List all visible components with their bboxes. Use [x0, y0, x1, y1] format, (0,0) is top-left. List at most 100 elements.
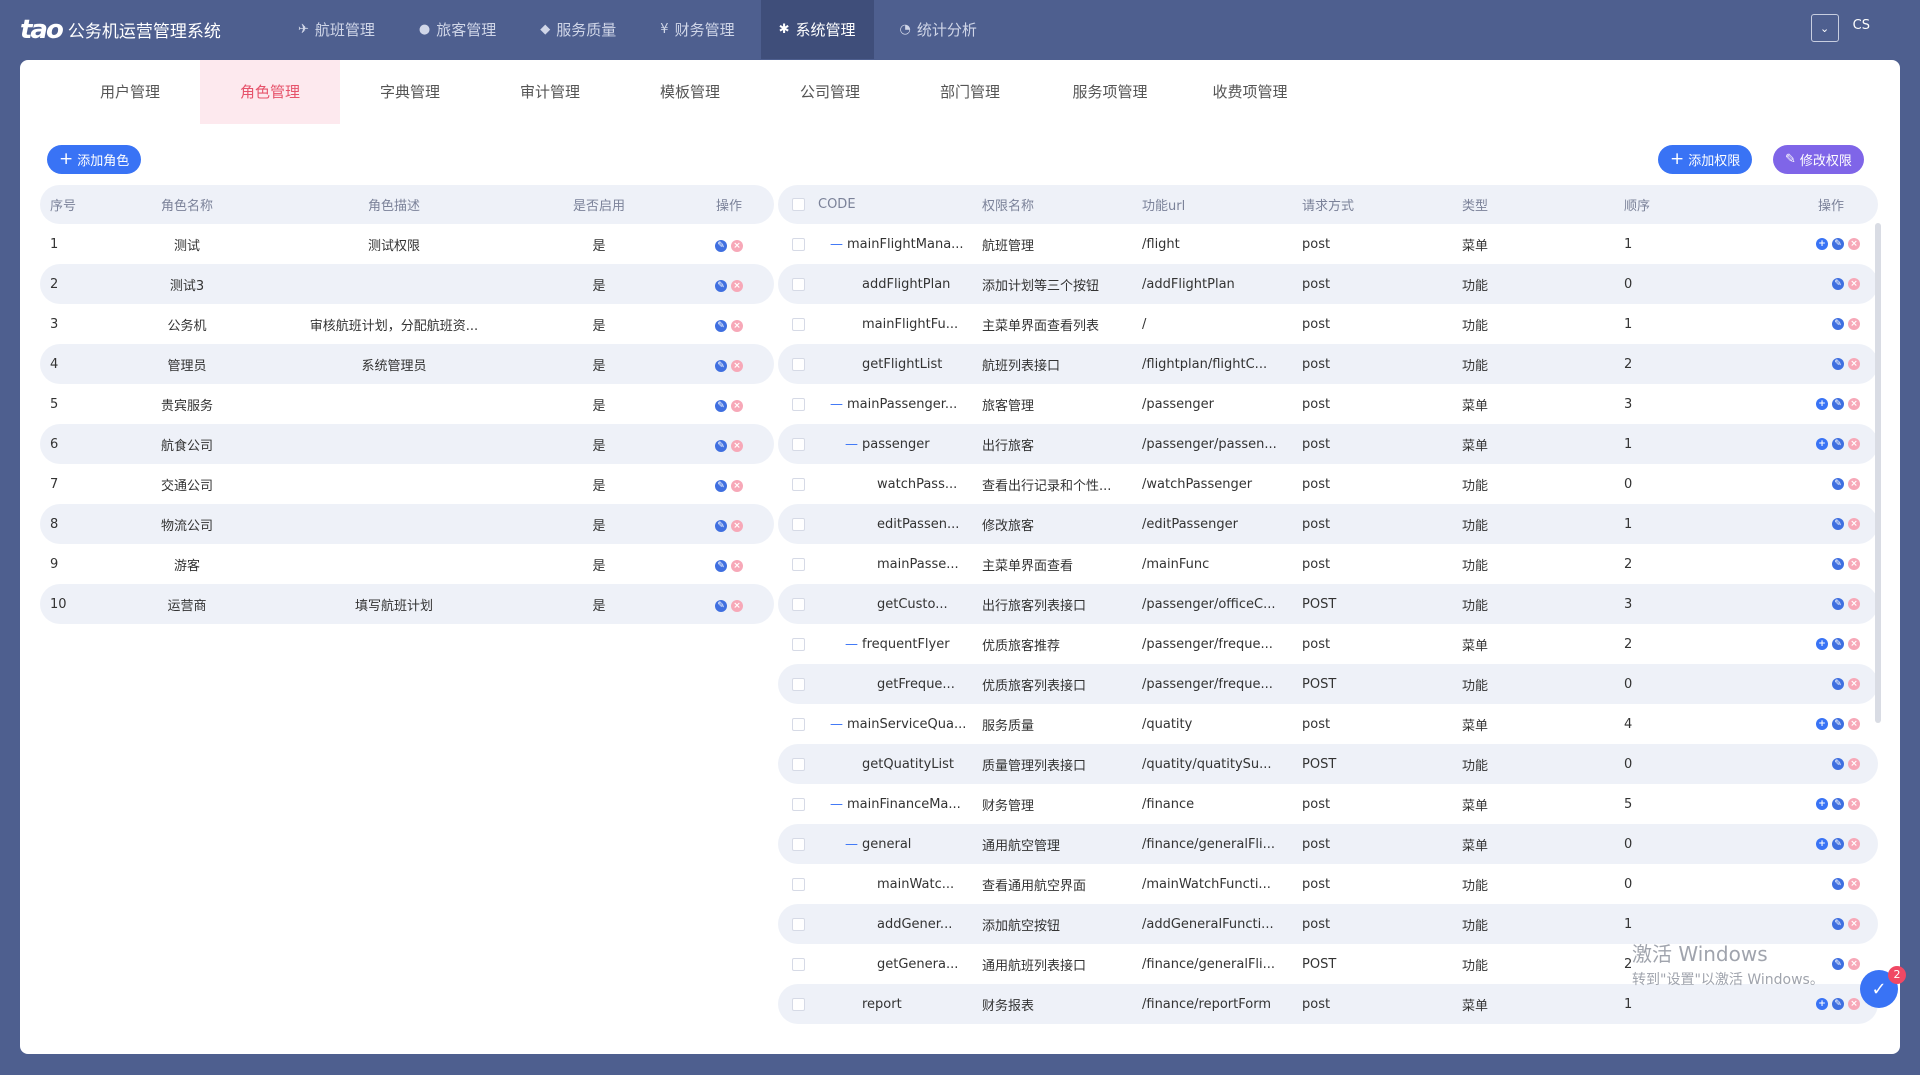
edit-icon[interactable]: ✎ — [1832, 238, 1844, 250]
collapse-icon[interactable]: — — [830, 397, 843, 412]
collapse-icon[interactable]: — — [845, 637, 858, 652]
row-checkbox[interactable] — [791, 357, 805, 371]
permission-row[interactable]: report 财务报表/finance/reportForm post 菜单 1 + ✎ × — [778, 984, 1878, 1024]
permission-row[interactable]: getFreque... 优质旅客列表接口/passenger/freque...… — [778, 664, 1878, 704]
edit-icon[interactable]: ✎ — [1832, 998, 1844, 1010]
row-checkbox[interactable] — [791, 397, 805, 411]
permission-row[interactable]: mainWatc... 查看通用航空界面/mainWatchFuncti... po… — [778, 864, 1878, 904]
nav-item-3[interactable]: ¥ 财务管理 — [642, 0, 752, 59]
row-checkbox[interactable] — [791, 437, 805, 451]
subtab-1[interactable]: 角色管理 — [200, 60, 340, 124]
subtab-5[interactable]: 公司管理 — [760, 60, 900, 124]
delete-icon[interactable]: × — [731, 599, 743, 612]
row-checkbox[interactable] — [791, 997, 805, 1011]
delete-icon[interactable]: × — [1848, 358, 1860, 370]
add-role-button[interactable]: + 添加角色 — [47, 145, 142, 174]
subtab-2[interactable]: 字典管理 — [340, 60, 480, 124]
row-checkbox[interactable] — [791, 557, 805, 571]
delete-icon[interactable]: × — [731, 359, 743, 372]
add-icon[interactable]: + — [1816, 838, 1828, 850]
collapse-icon[interactable]: — — [845, 837, 858, 852]
row-checkbox[interactable] — [791, 597, 805, 611]
delete-icon[interactable]: × — [1848, 238, 1860, 250]
edit-icon[interactable]: ✎ — [1832, 598, 1844, 610]
delete-icon[interactable]: × — [1848, 478, 1860, 490]
row-checkbox[interactable] — [791, 637, 805, 651]
row-checkbox[interactable] — [791, 677, 805, 691]
add-icon[interactable]: + — [1816, 398, 1828, 410]
add-icon[interactable]: + — [1816, 438, 1828, 450]
delete-icon[interactable]: × — [731, 439, 743, 452]
edit-icon[interactable]: ✎ — [1832, 558, 1844, 570]
edit-icon[interactable]: ✎ — [1832, 398, 1844, 410]
permission-scrollbar[interactable] — [1875, 223, 1881, 723]
add-icon[interactable]: + — [1816, 998, 1828, 1010]
edit-icon[interactable]: ✎ — [715, 479, 727, 492]
permission-row[interactable]: — mainFinanceMa... 财务管理/finance post 菜单 5 + ✎ × — [778, 784, 1878, 824]
delete-icon[interactable]: × — [1848, 998, 1860, 1010]
edit-icon[interactable]: ✎ — [715, 399, 727, 412]
role-row[interactable]: 6 航食公司是 ✎ × — [40, 424, 774, 464]
delete-icon[interactable]: × — [731, 319, 743, 332]
edit-icon[interactable]: ✎ — [715, 559, 727, 572]
row-checkbox[interactable] — [791, 757, 805, 771]
user-name[interactable]: CS — [1853, 18, 1870, 33]
delete-icon[interactable]: × — [1848, 518, 1860, 530]
permission-row[interactable]: getFlightList 航班列表接口/flightplan/flightC..… — [778, 344, 1878, 384]
row-checkbox[interactable] — [791, 317, 805, 331]
edit-icon[interactable]: ✎ — [1832, 878, 1844, 890]
delete-icon[interactable]: × — [731, 559, 743, 572]
row-checkbox[interactable] — [791, 717, 805, 731]
nav-item-5[interactable]: ◔ 统计分析 — [882, 0, 995, 59]
edit-icon[interactable]: ✎ — [1832, 478, 1844, 490]
subtab-7[interactable]: 服务项管理 — [1040, 60, 1180, 124]
edit-icon[interactable]: ✎ — [1832, 278, 1844, 290]
delete-icon[interactable]: × — [1848, 878, 1860, 890]
row-checkbox[interactable] — [791, 277, 805, 291]
row-checkbox[interactable] — [791, 837, 805, 851]
app-logo[interactable]: tao 公务机运营管理系统 — [20, 15, 280, 45]
delete-icon[interactable]: × — [1848, 798, 1860, 810]
permission-row[interactable]: watchPass... 查看出行记录和个性... /watchPassenger p… — [778, 464, 1878, 504]
role-row[interactable]: 1 测试 测试权限是 ✎ × — [40, 224, 774, 264]
subtab-3[interactable]: 审计管理 — [480, 60, 620, 124]
row-checkbox[interactable] — [791, 917, 805, 931]
delete-icon[interactable]: × — [731, 479, 743, 492]
delete-icon[interactable]: × — [1848, 638, 1860, 650]
nav-item-1[interactable]: ● 旅客管理 — [401, 0, 514, 59]
permission-row[interactable]: — mainPassenger... 旅客管理/passenger post 菜单 3 + ✎… — [778, 384, 1878, 424]
delete-icon[interactable]: × — [731, 239, 743, 252]
collapse-icon[interactable]: — — [830, 237, 843, 252]
permission-row[interactable]: — mainFlightMana... 航班管理/flight post 菜单 1 + ✎ × — [778, 224, 1878, 264]
edit-icon[interactable]: ✎ — [715, 239, 727, 252]
edit-icon[interactable]: ✎ — [1832, 438, 1844, 450]
row-checkbox[interactable] — [791, 477, 805, 491]
row-checkbox[interactable] — [791, 957, 805, 971]
edit-icon[interactable]: ✎ — [1832, 638, 1844, 650]
edit-icon[interactable]: ✎ — [1832, 718, 1844, 730]
nav-item-0[interactable]: ✈ 航班管理 — [280, 0, 393, 59]
role-row[interactable]: 4 管理员 系统管理员是 ✎ × — [40, 344, 774, 384]
delete-icon[interactable]: × — [1848, 318, 1860, 330]
edit-icon[interactable]: ✎ — [1832, 918, 1844, 930]
delete-icon[interactable]: × — [1848, 758, 1860, 770]
edit-icon[interactable]: ✎ — [1832, 358, 1844, 370]
delete-icon[interactable]: × — [731, 279, 743, 292]
delete-icon[interactable]: × — [1848, 398, 1860, 410]
role-row[interactable]: 8 物流公司是 ✎ × — [40, 504, 774, 544]
permission-row[interactable]: addFlightPlan 添加计划等三个按钮/addFlightPlan post… — [778, 264, 1878, 304]
permission-row[interactable]: — mainServiceQua... 服务质量/quatity post 菜单 4 + ✎ × — [778, 704, 1878, 744]
edit-icon[interactable]: ✎ — [715, 599, 727, 612]
delete-icon[interactable]: × — [1848, 918, 1860, 930]
user-menu-toggle[interactable]: ⌄ — [1810, 14, 1839, 42]
delete-icon[interactable]: × — [1848, 438, 1860, 450]
role-row[interactable]: 5 贵宾服务是 ✎ × — [40, 384, 774, 424]
role-row[interactable]: 2 测试3 是 ✎ × — [40, 264, 774, 304]
delete-icon[interactable]: × — [1848, 958, 1860, 970]
subtab-6[interactable]: 部门管理 — [900, 60, 1040, 124]
edit-icon[interactable]: ✎ — [1832, 958, 1844, 970]
subtab-8[interactable]: 收费项管理 — [1180, 60, 1320, 124]
permission-row[interactable]: editPassen... 修改旅客/editPassenger post 功能 1 ✎ × — [778, 504, 1878, 544]
subtab-0[interactable]: 用户管理 — [60, 60, 200, 124]
role-row[interactable]: 9 游客是 ✎ × — [40, 544, 774, 584]
